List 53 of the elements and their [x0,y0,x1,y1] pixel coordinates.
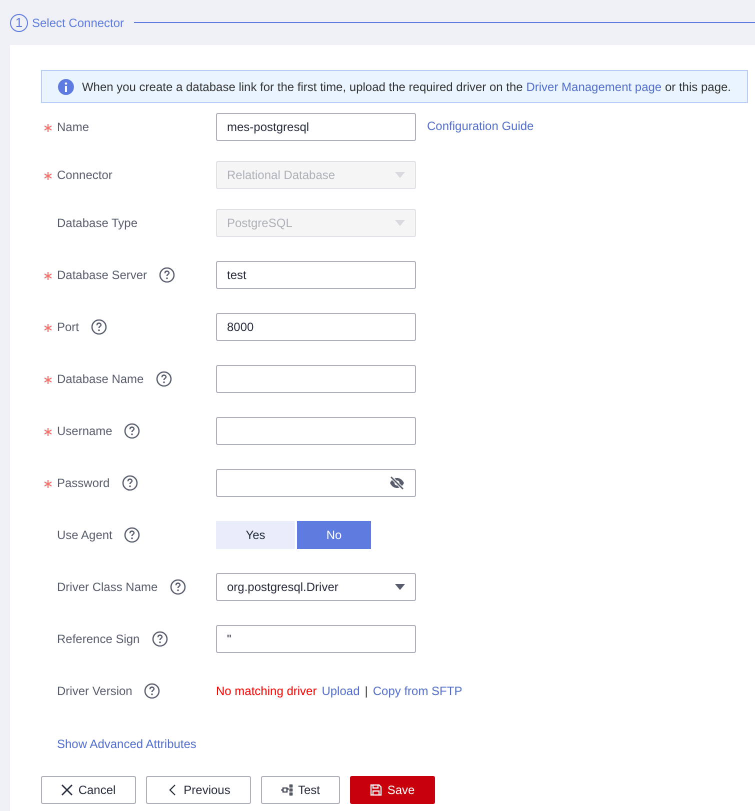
input-field[interactable]: mes-postgresql [216,113,416,141]
eye-slash-icon[interactable] [389,475,405,491]
field-label: Password [57,476,110,490]
save-icon [370,784,382,796]
info-text: When you create a database link for the first time, upload the required driver on the Driver Management page or this page. [82,80,731,94]
info-icon [58,78,74,94]
advanced-attributes-link[interactable]: Show Advanced Attributes [57,737,196,751]
driver-status: No matching driver [216,684,317,698]
field-label: Port [57,320,80,334]
help-icon[interactable] [156,371,172,387]
caret-icon [395,584,405,590]
help-icon[interactable] [152,631,168,647]
help-icon[interactable] [122,475,138,491]
help-icon[interactable] [170,579,186,595]
close-icon [61,784,74,796]
step-number: 1 [10,14,28,32]
field-label: Reference Sign [57,632,140,646]
configuration-link[interactable]: Configuration Guide [427,119,534,133]
field-label: Use Agent [57,528,112,542]
input-field[interactable]: " [216,625,416,653]
toggle-option[interactable]: Yes [216,521,295,549]
field-label: Username [57,424,112,438]
input-field[interactable]: 8000 [216,313,416,341]
caret-icon [395,220,405,226]
caret-icon [395,172,405,178]
cancel-button[interactable]: Cancel [41,776,136,804]
field-label: Driver Version [57,684,132,698]
driver-management-link[interactable]: Driver Management page [526,80,662,94]
input-field[interactable] [216,365,416,393]
field-label: Connector [57,168,112,182]
test-button[interactable]: Test [261,776,340,804]
link-separator: | [364,684,368,698]
step-title: Select Connector [32,16,124,30]
previous-button[interactable]: Previous [146,776,251,804]
help-icon[interactable] [91,319,108,335]
help-icon[interactable] [124,423,140,439]
field-label: Database Name [57,372,144,386]
help-icon[interactable] [124,527,140,543]
field-label: Driver Class Name [57,580,158,594]
dropdown-field[interactable]: org.postgresql.Driver [216,573,416,601]
action-link[interactable]: Upload [322,684,360,698]
input-field[interactable]: test [216,261,416,289]
help-icon[interactable] [159,267,176,283]
input-field[interactable] [216,417,416,445]
password-field[interactable] [216,469,416,497]
field-label: Name [57,120,90,134]
save-button[interactable]: Save [350,776,435,804]
toggle-option[interactable]: No [297,521,371,549]
field-label: Database Server [57,268,148,282]
action-link[interactable]: Copy from SFTP [372,684,462,698]
plug-icon [280,784,293,796]
field-label: Database Type [57,216,138,230]
help-icon[interactable] [144,683,160,699]
